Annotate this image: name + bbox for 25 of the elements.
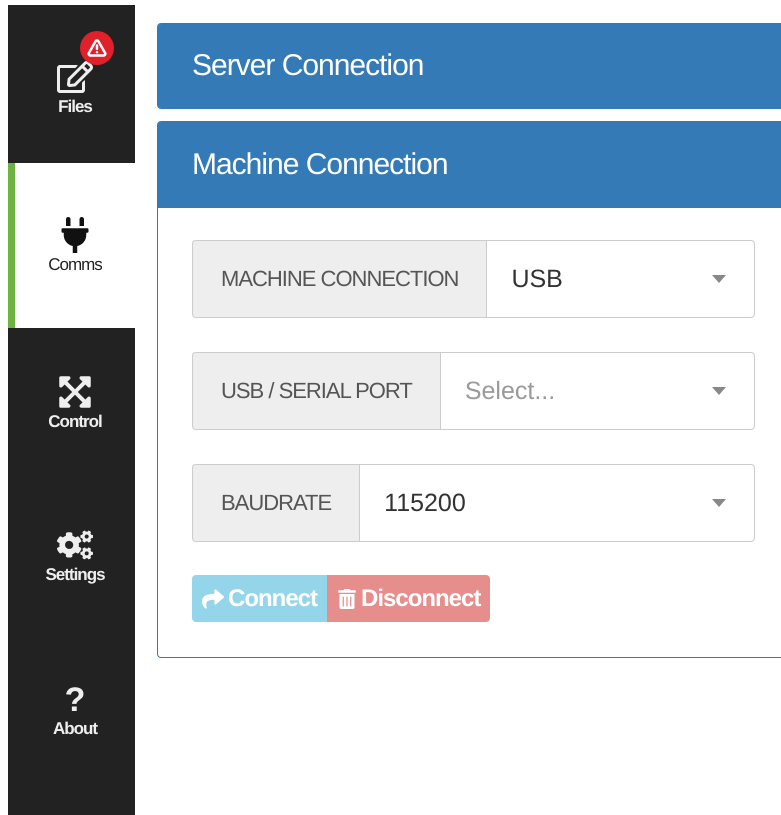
sidebar-tab[interactable]: Control [8,328,135,478]
caret-icon [712,499,726,507]
share-arrow-icon [202,588,224,610]
tab-label: Comms [48,254,102,274]
field-label: USB / SERIAL PORT [192,352,440,430]
edit-icon [57,59,93,95]
select-field[interactable]: USB [486,240,755,318]
sidebar-tab[interactable]: Files [8,13,135,163]
tab-label: Control [48,412,102,432]
panel-header[interactable]: Machine Connection [158,122,781,208]
field-label: MACHINE CONNECTION [192,240,486,318]
caret-icon [712,387,726,395]
question-icon: ? [64,682,86,716]
panel-header[interactable]: Server Connection [158,24,781,108]
expand-icon [57,374,93,410]
tab-label: About [52,718,98,738]
field-label: BAUDRATE [192,464,360,542]
sidebar-tab[interactable]: ? About [8,633,135,788]
sidebar-tab[interactable]: Comms [8,163,135,328]
tab-label: Settings [45,564,105,584]
caret-icon [712,275,726,283]
tab-label: Files [58,97,92,117]
select-field[interactable]: 115200 [359,464,755,542]
trash-icon [337,588,357,608]
sidebar-tab[interactable]: Settings [8,478,135,633]
